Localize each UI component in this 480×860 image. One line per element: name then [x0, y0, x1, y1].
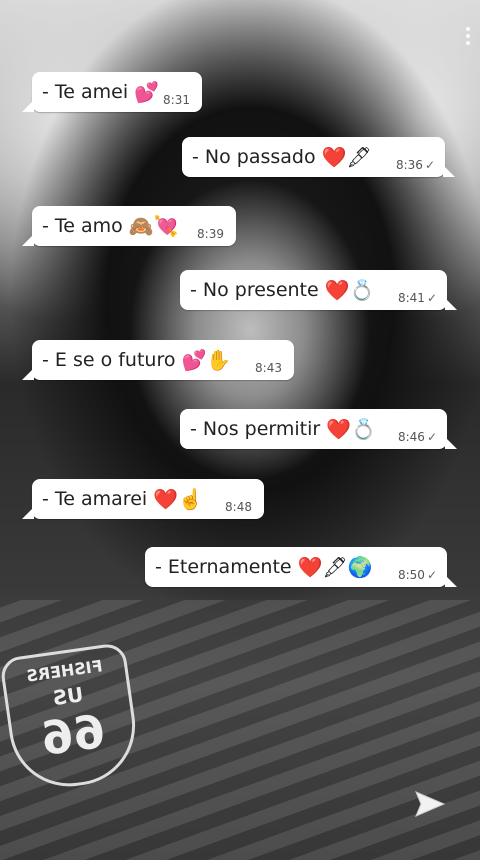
message-text: - Te amarei	[42, 488, 148, 510]
message-time: 8:48	[225, 500, 252, 514]
message-bubble[interactable]: - No passado ❤️🖋 8:36 ✓	[182, 137, 455, 177]
message-emoji: 💕	[134, 80, 160, 104]
message-time: 8:43	[255, 361, 282, 375]
message-text: - E se o futuro	[42, 349, 176, 371]
message-text: - Eternamente	[155, 556, 292, 578]
message-time: 8:50 ✓	[397, 568, 437, 582]
message-emoji: ❤️☝️	[153, 487, 203, 511]
message-time: 8:41 ✓	[397, 291, 437, 305]
message-emoji: 🙈💘	[128, 214, 179, 238]
message-time: 8:39	[197, 227, 224, 241]
message-emoji: ❤️🖋	[321, 145, 372, 169]
message-emoji: ❤️🖋🌍	[297, 555, 373, 579]
message-bubble[interactable]: - No presente ❤️💍 8:41 ✓	[180, 270, 457, 310]
check-icon: ✓	[426, 568, 437, 582]
message-bubble[interactable]: - Te amarei ❤️☝️ 8:48	[22, 479, 264, 519]
message-time: 8:46 ✓	[397, 430, 437, 444]
message-bubble[interactable]: - Te amo 🙈💘 8:39	[22, 206, 236, 246]
message-bubble[interactable]: - Nos permitir ❤️💍 8:46 ✓	[180, 409, 457, 449]
message-text: - No passado	[192, 146, 316, 168]
send-arrow-icon[interactable]	[412, 786, 448, 822]
message-bubble[interactable]: - E se o futuro 💕✋ 8:43	[22, 340, 294, 380]
check-icon: ✓	[424, 158, 435, 172]
more-vertical-icon[interactable]	[466, 24, 472, 48]
check-icon: ✓	[426, 291, 437, 305]
message-emoji: ❤️💍	[326, 417, 377, 441]
message-text: - Te amei	[42, 81, 129, 103]
message-bubble[interactable]: - Te amei 💕 8:31	[22, 72, 202, 112]
message-text: - Te amo	[42, 215, 123, 237]
message-emoji: ❤️💍	[324, 278, 375, 302]
message-bubble[interactable]: - Eternamente ❤️🖋🌍 8:50 ✓	[145, 547, 457, 587]
message-emoji: 💕✋	[181, 348, 232, 372]
message-time: 8:36 ✓	[395, 158, 435, 172]
message-text: - Nos permitir	[190, 418, 321, 440]
check-icon: ✓	[426, 430, 437, 444]
message-time: 8:31	[163, 93, 190, 107]
message-text: - No presente	[190, 279, 319, 301]
